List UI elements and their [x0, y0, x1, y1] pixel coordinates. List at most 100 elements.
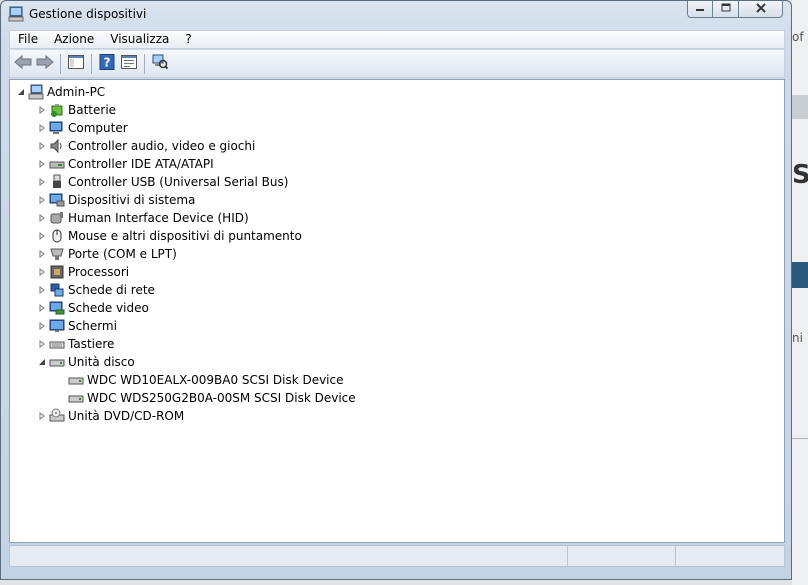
collapsed-arrow-icon[interactable] [37, 303, 47, 313]
device-tree[interactable]: Admin-PC Batterie Computer Controller audio… [9, 79, 785, 543]
scan-hardware-button[interactable] [149, 53, 171, 75]
collapsed-arrow-icon[interactable] [37, 141, 47, 151]
forward-button[interactable] [34, 53, 56, 75]
tree-category[interactable]: Schermi [37, 317, 117, 335]
collapsed-arrow-icon[interactable] [37, 123, 47, 133]
close-button[interactable] [739, 1, 783, 18]
collapsed-arrow-icon[interactable] [37, 159, 47, 169]
tree-item-label: Unità DVD/CD-ROM [68, 409, 185, 423]
menu-visualizza[interactable]: Visualizza [102, 31, 177, 48]
disk-drive-icon [68, 372, 84, 388]
network-adapter-icon [49, 282, 65, 298]
expanded-arrow-icon[interactable] [37, 357, 47, 367]
hid-icon [49, 210, 65, 226]
tree-category[interactable]: Schede video [37, 299, 149, 317]
tree-root[interactable]: Admin-PC [16, 83, 105, 101]
background-text: of [792, 30, 804, 44]
menu-bar: File Azione Visualizza ? [9, 30, 785, 49]
tree-item-label: Mouse e altri dispositivi di puntamento [68, 229, 302, 243]
mouse-icon [49, 228, 65, 244]
tree-category[interactable]: Controller IDE ATA/ATAPI [37, 155, 214, 173]
tree-item-label: Batterie [68, 103, 117, 117]
properties-icon [121, 55, 137, 72]
collapsed-arrow-icon[interactable] [37, 321, 47, 331]
tree-category[interactable]: Processori [37, 263, 129, 281]
collapsed-arrow-icon[interactable] [37, 195, 47, 205]
tree-category[interactable]: Porte (COM e LPT) [37, 245, 177, 263]
expanded-arrow-icon[interactable] [16, 87, 26, 97]
tree-item-label: Schede video [68, 301, 149, 315]
tree-category[interactable]: Tastiere [37, 335, 114, 353]
collapsed-arrow-icon[interactable] [37, 213, 47, 223]
help-icon: ? [99, 54, 115, 73]
status-cell [676, 546, 784, 566]
toolbar-separator [60, 53, 61, 74]
computer-root-icon [28, 84, 44, 100]
maximize-icon [721, 3, 731, 15]
tree-category[interactable]: Controller audio, video e giochi [37, 137, 255, 155]
tree-item-label: Unità disco [68, 355, 135, 369]
show-hide-tree-button[interactable] [65, 53, 87, 75]
tree-category[interactable]: Human Interface Device (HID) [37, 209, 249, 227]
toolbar: ? [9, 50, 785, 78]
collapsed-arrow-icon[interactable] [37, 105, 47, 115]
maximize-button[interactable] [713, 1, 739, 18]
collapsed-arrow-icon[interactable] [37, 411, 47, 421]
collapsed-arrow-icon[interactable] [37, 249, 47, 259]
ide-controller-icon [49, 156, 65, 172]
collapsed-arrow-icon[interactable] [37, 285, 47, 295]
tree-item-label: WDC WD10EALX-009BA0 SCSI Disk Device [87, 373, 344, 387]
menu-azione[interactable]: Azione [46, 31, 102, 48]
tree-item-label: WDC WDS250G2B0A-00SM SCSI Disk Device [87, 391, 356, 405]
forward-arrow-icon [36, 54, 54, 72]
tree-item-label: Controller USB (Universal Serial Bus) [68, 175, 289, 189]
disk-drive-icon [49, 354, 65, 370]
minimize-icon [695, 4, 705, 15]
disk-drive-icon [68, 390, 84, 406]
tree-item-label: Computer [68, 121, 128, 135]
close-icon [755, 2, 766, 16]
usb-controller-icon [49, 174, 65, 190]
back-button[interactable] [12, 53, 34, 75]
collapsed-arrow-icon[interactable] [37, 339, 47, 349]
tree-category[interactable]: Unità DVD/CD-ROM [37, 407, 184, 425]
collapsed-arrow-icon[interactable] [37, 177, 47, 187]
title-bar[interactable]: Gestione dispositivi [1, 1, 791, 29]
tree-category[interactable]: Controller USB (Universal Serial Bus) [37, 173, 288, 191]
processor-icon [49, 264, 65, 280]
caption-buttons [687, 1, 783, 19]
tree-device[interactable]: WDC WD10EALX-009BA0 SCSI Disk Device [56, 371, 344, 389]
svg-text:?: ? [104, 56, 111, 70]
tree-device[interactable]: WDC WDS250G2B0A-00SM SCSI Disk Device [56, 389, 356, 407]
menu-help[interactable]: ? [177, 31, 199, 48]
menu-file[interactable]: File [10, 31, 46, 48]
tree-category[interactable]: Unità disco [37, 353, 135, 371]
minimize-button[interactable] [687, 1, 713, 18]
tree-item-label: Schede di rete [68, 283, 155, 297]
collapsed-arrow-icon[interactable] [37, 267, 47, 277]
properties-button[interactable] [118, 53, 140, 75]
background-bar [792, 95, 808, 119]
monitor-icon [49, 318, 65, 334]
show-hide-console-tree-icon [68, 55, 84, 72]
background-bar-dark [792, 262, 808, 288]
tree-category[interactable]: Dispositivi di sistema [37, 191, 195, 209]
tree-category[interactable]: Computer [37, 119, 128, 137]
tree-item-label: Controller IDE ATA/ATAPI [68, 157, 214, 171]
computer-icon [49, 120, 65, 136]
help-button[interactable]: ? [96, 53, 118, 75]
tree-item-label: Human Interface Device (HID) [68, 211, 249, 225]
tree-item-label: Dispositivi di sistema [68, 193, 196, 207]
status-cell [10, 546, 568, 566]
tree-category[interactable]: Batterie [37, 101, 116, 119]
tree-category[interactable]: Mouse e altri dispositivi di puntamento [37, 227, 302, 245]
tree-category[interactable]: Schede di rete [37, 281, 155, 299]
background-divider [792, 438, 808, 439]
collapsed-arrow-icon[interactable] [37, 231, 47, 241]
tree-item-label: Processori [68, 265, 130, 279]
ports-icon [49, 246, 65, 262]
keyboard-icon [49, 336, 65, 352]
tree-item-label: Controller audio, video e giochi [68, 139, 256, 153]
